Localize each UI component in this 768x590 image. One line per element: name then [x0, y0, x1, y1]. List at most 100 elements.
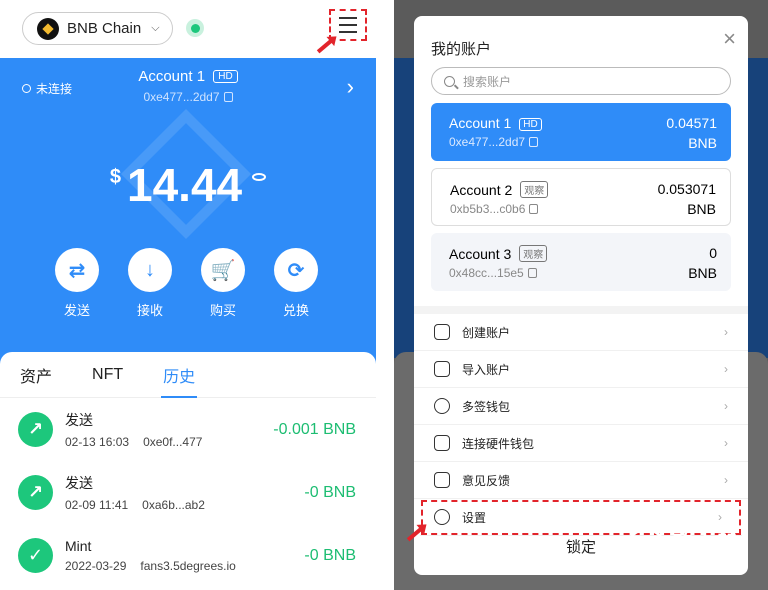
tx-name: 发送	[65, 475, 93, 491]
copy-icon[interactable]	[223, 92, 233, 102]
account-address: 0xb5b3...c0b6	[450, 202, 526, 216]
watermark-title: 路由器	[672, 532, 739, 557]
menu-item-hardware-wallet[interactable]: 连接硬件钱包 ›	[414, 425, 748, 462]
account-header: 未连接 Account 1 HD 0xe477...2dd7 › $14.44 …	[0, 58, 376, 368]
buy-button[interactable]: 🛒 购买	[201, 248, 245, 319]
menu-label: 设置	[462, 510, 487, 525]
menu-label: 意见反馈	[462, 473, 511, 488]
menu-item-multisig[interactable]: 多签钱包 ›	[414, 388, 748, 425]
list-item[interactable]: ✓ Mint 2022-03-29 fans3.5degrees.io -0 BN…	[0, 524, 376, 587]
copy-icon[interactable]	[529, 137, 539, 147]
network-status-icon	[186, 19, 204, 37]
tab-assets[interactable]: 资产	[20, 363, 52, 387]
feedback-icon	[434, 472, 450, 488]
menu-label: 创建账户	[462, 325, 511, 340]
account-address: 0x48cc...15e5	[449, 266, 524, 280]
chevron-right-icon: ›	[724, 473, 728, 487]
settings-icon	[434, 509, 450, 525]
close-icon[interactable]: ×	[723, 26, 736, 52]
tx-value: -0.001 BNB	[273, 420, 356, 438]
address-text: 0xe477...2dd7	[143, 90, 220, 104]
send-button[interactable]: ⇄ 发送	[55, 248, 99, 319]
account-name: Account 2	[450, 182, 513, 198]
account-balance: 0.04571	[666, 115, 717, 131]
chevron-right-icon[interactable]: ›	[347, 74, 354, 100]
action-label: 兑换	[282, 303, 309, 318]
receive-button[interactable]: ↓ 接收	[128, 248, 172, 319]
account-address[interactable]: 0xe477...2dd7	[0, 90, 376, 104]
tx-time: 02-09 11:41	[65, 498, 129, 512]
tx-time: 02-13 16:03	[65, 435, 130, 449]
account-item[interactable]: Account 3 观察 0x48cc...15e5 0 BNB	[431, 233, 731, 291]
search-placeholder: 搜索账户	[463, 74, 512, 89]
menu-list: 创建账户 › 导入账户 › 多签钱包 › 连接硬件钱包 › 意见反馈 › 设置 ›	[414, 314, 748, 536]
tx-name: Mint	[65, 538, 92, 554]
bnb-logo-icon	[37, 17, 59, 40]
menu-item-create-account[interactable]: 创建账户 ›	[414, 314, 748, 351]
content-sheet: 资产 NFT 历史 ↗ 发送 02-13 16:03 0xe0f...477 -0…	[0, 352, 376, 590]
divider	[376, 0, 394, 590]
tab-history[interactable]: 历史	[161, 363, 198, 398]
arrow-up-right-icon: ↗	[18, 475, 53, 510]
account-unit: BNB	[687, 201, 716, 217]
chevron-right-icon: ›	[724, 436, 728, 450]
menu-item-feedback[interactable]: 意见反馈 ›	[414, 462, 748, 499]
cart-icon: 🛒	[201, 248, 245, 292]
account-tag: HD	[519, 118, 542, 131]
tx-time: 2022-03-29	[65, 559, 127, 573]
divider	[414, 306, 748, 314]
account-balance: 0	[709, 245, 717, 261]
menu-label: 多签钱包	[462, 399, 511, 414]
account-unit: BNB	[688, 135, 717, 151]
chevron-right-icon: ›	[724, 325, 728, 339]
list-item[interactable]: ↗ 发送 02-13 16:03 0xe0f...477 -0.001 BNB	[0, 398, 376, 461]
tx-name: 发送	[65, 412, 93, 428]
check-icon: ✓	[18, 538, 53, 573]
top-bar: BNB Chain ⌵	[0, 0, 376, 58]
chain-selector[interactable]: BNB Chain ⌵	[22, 12, 173, 45]
eye-icon[interactable]	[252, 173, 267, 181]
search-input[interactable]: 搜索账户	[431, 67, 731, 95]
account-address: 0xe477...2dd7	[449, 135, 526, 149]
import-icon	[434, 361, 450, 377]
copy-icon[interactable]	[527, 268, 537, 278]
arrow-up-right-icon: ↗	[18, 412, 53, 447]
chevron-right-icon: ›	[724, 362, 728, 376]
tx-address: fans3.5degrees.io	[140, 559, 236, 573]
balance: $14.44	[0, 158, 376, 212]
copy-icon[interactable]	[529, 204, 539, 214]
currency-symbol: $	[109, 166, 121, 188]
chevron-right-icon: ›	[724, 399, 728, 413]
annotation-arrow-icon	[316, 38, 334, 54]
action-label: 购买	[209, 303, 236, 318]
account-item[interactable]: Account 2 观察 0xb5b3...c0b6 0.053071 BNB	[431, 168, 731, 226]
menu-label: 导入账户	[462, 362, 511, 377]
exchange-icon: ⟳	[274, 248, 318, 292]
account-item[interactable]: Account 1 HD 0xe477...2dd7 0.04571 BNB	[431, 103, 731, 161]
menu-item-import-account[interactable]: 导入账户 ›	[414, 351, 748, 388]
list-item[interactable]: ↗ 发送 02-09 11:41 0xa6b...ab2 -0 BNB	[0, 461, 376, 524]
tx-value: -0 BNB	[304, 546, 356, 564]
account-name: Account 3	[449, 246, 512, 262]
account-title[interactable]: Account 1 HD	[0, 68, 376, 85]
exchange-button[interactable]: ⟳ 兑换	[274, 248, 318, 319]
account-name: Account 1	[138, 68, 206, 85]
account-unit: BNB	[688, 265, 717, 281]
account-name: Account 1	[449, 115, 512, 131]
action-label: 发送	[63, 303, 90, 318]
account-tag: 观察	[519, 245, 548, 262]
tab-bar: 资产 NFT 历史	[0, 352, 376, 398]
chevron-down-icon: ⌵	[151, 22, 160, 34]
download-icon: ↓	[128, 248, 172, 292]
wallet-home-panel: BNB Chain ⌵ 未连接 Account 1 HD 0xe477...2d…	[0, 0, 376, 590]
swap-icon: ⇄	[55, 248, 99, 292]
tx-address: 0xe0f...477	[143, 435, 203, 449]
wallet-icon	[434, 324, 450, 340]
tab-nft[interactable]: NFT	[92, 366, 123, 384]
hardware-icon	[434, 435, 450, 451]
router-logo-icon	[626, 528, 666, 568]
multisig-icon	[434, 398, 450, 414]
account-balance: 0.053071	[657, 181, 716, 197]
tx-value: -0 BNB	[304, 483, 356, 501]
account-list: Account 1 HD 0xe477...2dd7 0.04571 BNB Acc…	[431, 103, 731, 298]
